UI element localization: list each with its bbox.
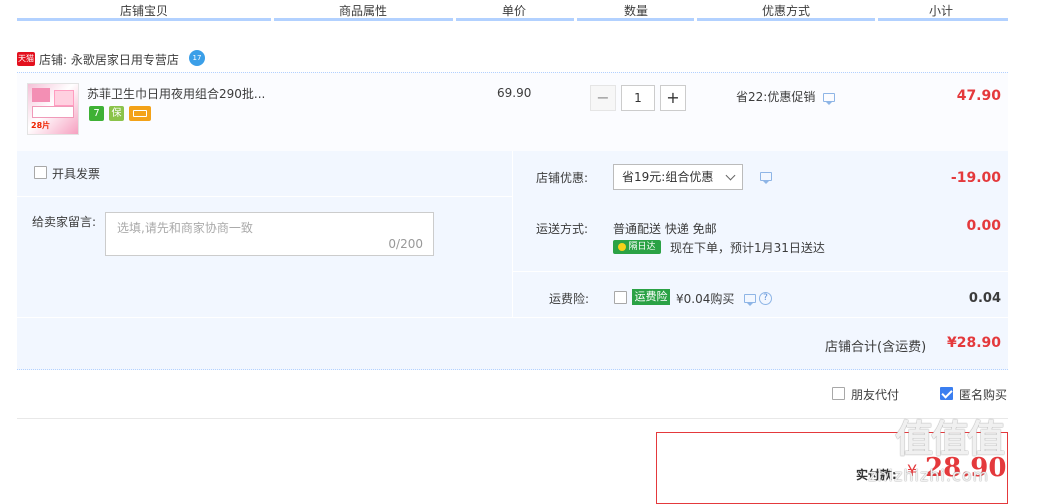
- quantity-input[interactable]: 1: [621, 85, 655, 111]
- thumb-pack-graphic: [32, 106, 74, 118]
- decrease-quantity-button[interactable]: −: [590, 85, 616, 111]
- shop-discount-label: 店铺优惠:: [536, 171, 589, 185]
- options-divider: [17, 196, 512, 197]
- cart-item-row: 28片 苏菲卫生巾日用夜用组合290批... 7 保 69.90 − 1 + 省…: [17, 72, 1008, 152]
- header-col-discount: 优惠方式: [762, 4, 811, 18]
- header-col-subtotal: 小计: [929, 4, 954, 18]
- next-day-badge-text: 隔日达: [628, 242, 656, 252]
- unit-price: 69.90: [497, 86, 532, 100]
- message-label: 给卖家留言:: [32, 215, 97, 229]
- shop-total-label: 店铺合计(含运费): [825, 340, 927, 355]
- wangwang-chat-icon[interactable]: 17: [189, 50, 205, 66]
- shipping-amount: 0.00: [966, 218, 1001, 234]
- header-divider: [878, 18, 1008, 21]
- shipping-insurance-price: ¥0.04购买: [676, 292, 735, 306]
- header-col-shop-item: 店铺宝贝: [120, 4, 169, 18]
- comment-icon[interactable]: [744, 294, 756, 306]
- anonymous-purchase-checkbox[interactable]: [940, 387, 953, 400]
- thumb-pack-graphic: [32, 88, 50, 102]
- message-placeholder: 选填,请先和商家协商一致: [117, 221, 253, 235]
- seller-message-textarea[interactable]: 选填,请先和商家协商一致 0/200: [105, 212, 434, 256]
- message-char-count: 0/200: [388, 237, 423, 251]
- product-thumbnail[interactable]: 28片: [27, 83, 79, 135]
- thumb-count-text: 28片: [31, 121, 51, 130]
- header-divider: [577, 18, 694, 21]
- header-divider: [456, 18, 574, 21]
- shipping-label: 运送方式:: [536, 222, 589, 236]
- lightning-icon: [618, 242, 627, 251]
- next-day-delivery-badge: 隔日达: [613, 240, 661, 254]
- header-divider: [17, 18, 271, 21]
- item-subtotal: 47.90: [956, 88, 1001, 104]
- help-icon[interactable]: ?: [759, 292, 772, 305]
- credit-card-icon[interactable]: [129, 106, 151, 121]
- comment-icon[interactable]: [760, 172, 772, 184]
- header-col-quantity: 数量: [624, 4, 649, 18]
- delivery-estimate: 现在下单，预计1月31日送达: [670, 241, 825, 255]
- promo-text: 省22:优惠促销: [736, 90, 816, 104]
- shipping-insurance-amount: 0.04: [968, 291, 1001, 306]
- increase-quantity-button[interactable]: +: [660, 85, 686, 111]
- shop-name-link[interactable]: 店铺: 永歌居家日用专营店: [39, 51, 179, 68]
- section-divider: [17, 418, 1008, 419]
- order-options-panel: 开具发票 给卖家留言: 选填,请先和商家协商一致 0/200 店铺优惠: 省19…: [17, 151, 1008, 370]
- shipping-insurance-label: 运费险:: [549, 292, 590, 306]
- friend-pay-checkbox[interactable]: [832, 387, 845, 400]
- header-col-unit-price: 单价: [502, 4, 527, 18]
- cart-header: 店铺宝贝 商品属性 单价 数量 优惠方式 小计: [17, 0, 1008, 21]
- anonymous-purchase-label: 匿名购买: [959, 388, 1008, 402]
- tmall-icon: 天猫: [17, 52, 35, 66]
- shipping-insurance-badge: 运费险: [632, 289, 670, 305]
- options-divider: [17, 317, 1008, 318]
- invoice-checkbox[interactable]: [34, 166, 47, 179]
- shipping-method: 普通配送 快递 免邮: [613, 222, 717, 236]
- options-divider: [512, 271, 1008, 272]
- shop-discount-amount: -19.00: [950, 170, 1001, 186]
- header-divider: [274, 18, 453, 21]
- thumb-pack-graphic: [54, 90, 74, 106]
- invoice-label: 开具发票: [52, 167, 101, 181]
- seven-day-return-icon[interactable]: 7: [89, 106, 104, 121]
- header-col-attributes: 商品属性: [339, 4, 388, 18]
- shop-discount-selected: 省19元:组合优惠: [622, 170, 714, 184]
- chevron-down-icon: [725, 170, 736, 181]
- watermark-url: zhizhizhi.com: [868, 466, 990, 485]
- watermark-logo: 值值值: [895, 417, 1005, 461]
- shipping-insurance-checkbox[interactable]: [614, 291, 627, 304]
- product-title-link[interactable]: 苏菲卫生巾日用夜用组合290批...: [87, 85, 265, 102]
- comment-icon[interactable]: [823, 93, 835, 105]
- options-column-divider: [512, 151, 513, 317]
- guarantee-icon[interactable]: 保: [109, 106, 124, 121]
- shop-discount-select[interactable]: 省19元:组合优惠: [613, 164, 743, 190]
- shop-total-amount: ¥28.90: [947, 335, 1002, 351]
- friend-pay-label: 朋友代付: [851, 388, 900, 402]
- header-divider: [697, 18, 875, 21]
